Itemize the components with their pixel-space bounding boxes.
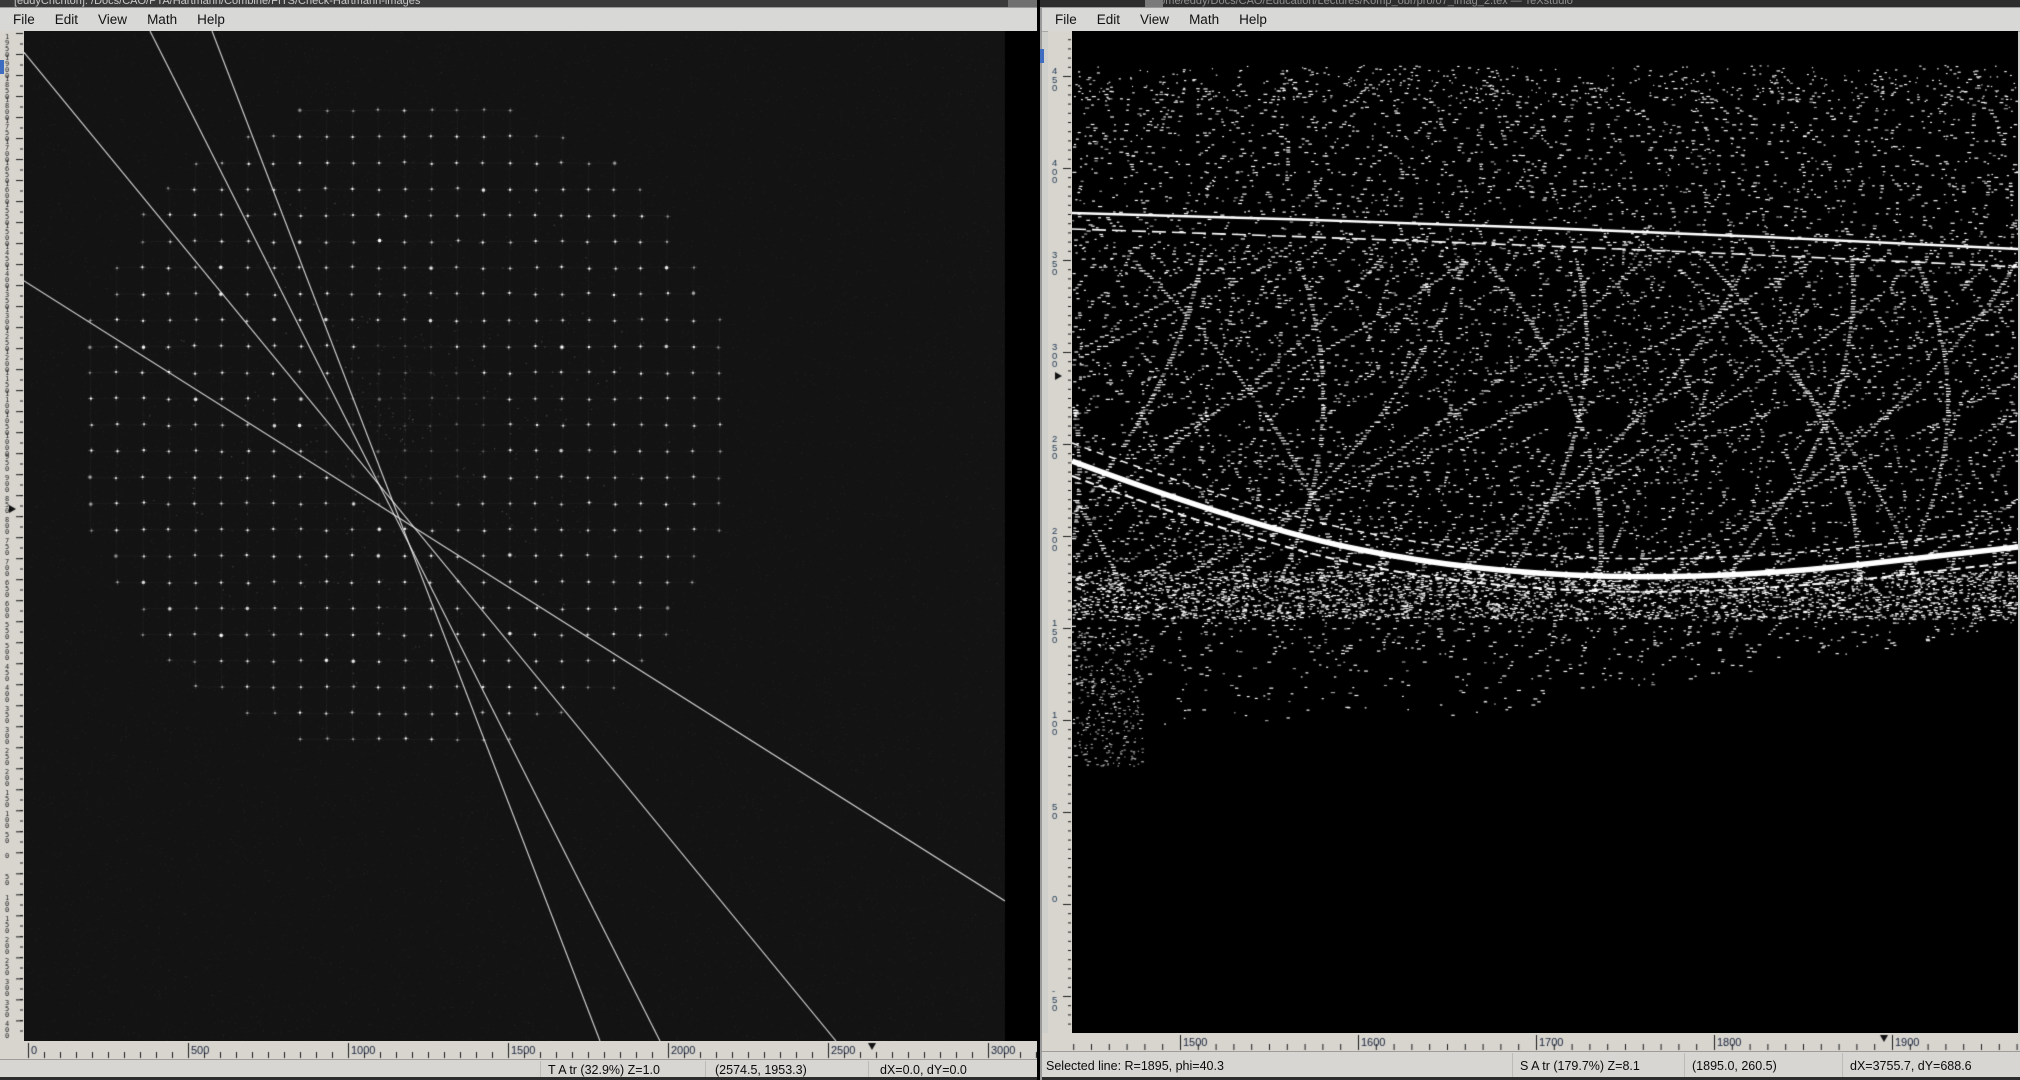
menu-view[interactable]: View bbox=[1130, 9, 1179, 31]
right-horizontal-ruler bbox=[1042, 1033, 2020, 1051]
left-vertical-ruler bbox=[0, 31, 24, 1041]
menu-help[interactable]: Help bbox=[1229, 9, 1277, 31]
left-horizontal-ruler bbox=[0, 1041, 1037, 1059]
focus-mark bbox=[1040, 49, 1044, 63]
background-window-titlebar-right: /home/eddy/Docs/CAO/Education/Lectures/K… bbox=[1040, 0, 2020, 7]
right-menubar: File Edit View Math Help bbox=[1042, 8, 2020, 32]
right-statusbar: Selected line: R=1895, phi=40.3 S A tr (… bbox=[1042, 1051, 2020, 1078]
menu-math[interactable]: Math bbox=[1179, 9, 1229, 31]
zoom-mode-status: S A tr (179.7%) Z=8.1 bbox=[1520, 1059, 1640, 1073]
selected-line-status: Selected line: R=1895, phi=40.3 bbox=[1046, 1059, 1224, 1073]
background-window-title: [eddyCrichton]: /Docs/CAO/PTA/Hartmann/C… bbox=[14, 0, 420, 7]
focus-mark bbox=[0, 60, 4, 74]
zoom-mode-status: T A tr (32.9%) Z=1.0 bbox=[548, 1063, 660, 1077]
titlebar-fragment bbox=[1008, 0, 1037, 7]
left-statusbar: T A tr (32.9%) Z=1.0 (2574.5, 1953.3) dX… bbox=[0, 1059, 1037, 1078]
right-vertical-ruler bbox=[1048, 31, 1072, 1033]
titlebar-fragment bbox=[1145, 0, 1163, 7]
cursor-coordinates: (1895.0, 260.5) bbox=[1692, 1059, 1777, 1073]
sinogram-transform-window: File Edit View Math Help Selected line: … bbox=[1040, 7, 2020, 1080]
menu-file[interactable]: File bbox=[3, 9, 45, 31]
desktop: { "background_windows": { "left_title": … bbox=[0, 0, 2020, 1080]
left-menubar: File Edit View Math Help bbox=[0, 8, 1037, 32]
hartmann-image-window: File Edit View Math Help T A tr (32.9%) … bbox=[0, 7, 1037, 1080]
menu-file[interactable]: File bbox=[1045, 9, 1087, 31]
menu-math[interactable]: Math bbox=[137, 9, 187, 31]
delta-readout: dX=3755.7, dY=688.6 bbox=[1850, 1059, 1972, 1073]
background-window-titlebar-left: [eddyCrichton]: /Docs/CAO/PTA/Hartmann/C… bbox=[0, 0, 1037, 7]
background-window-title: /home/eddy/Docs/CAO/Education/Lectures/K… bbox=[1150, 0, 1573, 7]
cursor-coordinates: (2574.5, 1953.3) bbox=[715, 1063, 807, 1077]
delta-readout: dX=0.0, dY=0.0 bbox=[880, 1063, 967, 1077]
sinogram-image[interactable] bbox=[1072, 31, 2018, 1033]
menu-view[interactable]: View bbox=[88, 9, 137, 31]
menu-help[interactable]: Help bbox=[187, 9, 235, 31]
menu-edit[interactable]: Edit bbox=[1087, 9, 1130, 31]
menu-edit[interactable]: Edit bbox=[45, 9, 88, 31]
hartmann-spot-image[interactable] bbox=[24, 31, 1037, 1041]
